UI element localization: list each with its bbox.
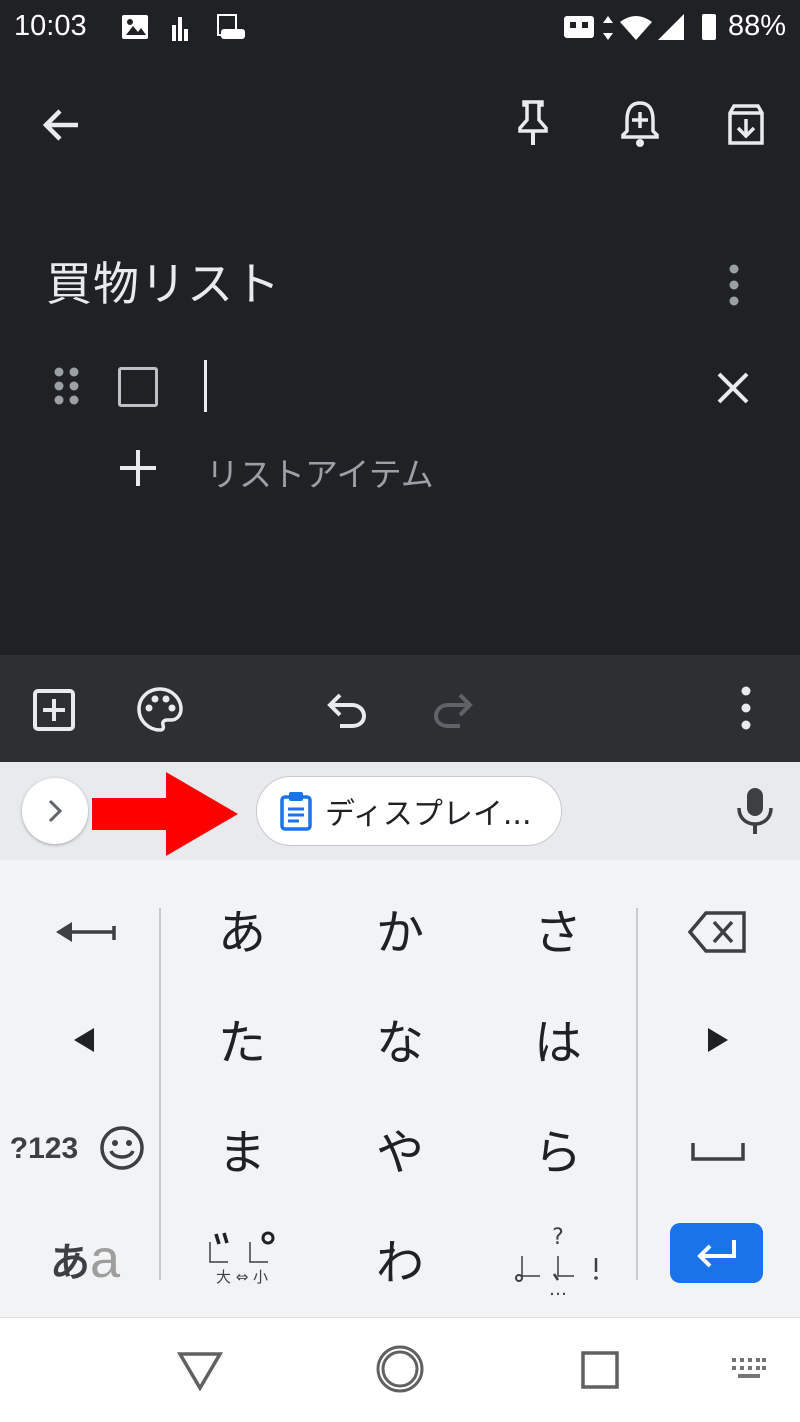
undo-icon <box>327 693 367 728</box>
battery-percent: 88% <box>727 10 786 42</box>
key-ma[interactable]: ま <box>182 1098 302 1198</box>
note-title[interactable]: 買物リスト <box>46 248 281 314</box>
palette-icon <box>137 687 183 732</box>
palette-button[interactable] <box>136 686 184 738</box>
key-numeric[interactable]: ?123 <box>6 1124 82 1174</box>
emoji-icon <box>100 1126 144 1170</box>
undo-button[interactable] <box>326 691 368 733</box>
key-a[interactable]: あ <box>182 878 302 978</box>
key-divider-right <box>636 908 638 1280</box>
drag-handle-icon[interactable] <box>52 366 82 408</box>
key-punctuation[interactable]: ? … <box>498 1210 618 1310</box>
key-enter[interactable] <box>670 1223 763 1283</box>
punct-ellipsis: … <box>549 1278 567 1300</box>
clipboard-text: ディスプレイ... <box>325 797 532 832</box>
bell-plus-icon <box>621 101 659 147</box>
key-dakuten[interactable]: 大 ⇔ 小 <box>182 1218 302 1298</box>
more-vert-icon <box>741 686 751 730</box>
key-backspace[interactable] <box>680 900 756 964</box>
dakuten-icon <box>209 1231 275 1263</box>
mic-icon <box>737 788 773 834</box>
status-bar: 10:03 88% <box>0 0 800 56</box>
notification-icons <box>122 14 245 41</box>
home-circle-icon <box>376 1345 424 1393</box>
enter-arrow-icon <box>696 1240 736 1268</box>
back-button[interactable] <box>34 97 90 153</box>
remove-item-button[interactable] <box>708 363 758 413</box>
voice-input-button[interactable] <box>732 784 778 840</box>
text-cursor <box>204 360 207 412</box>
key-move-left-flick[interactable] <box>40 900 130 964</box>
key-emoji[interactable] <box>96 1122 148 1174</box>
add-box-button[interactable] <box>32 688 76 736</box>
square-icon <box>581 1351 619 1389</box>
navigation-bar <box>0 1317 800 1422</box>
archive-icon <box>728 104 764 145</box>
note-bottom-toolbar <box>0 655 800 762</box>
key-wa[interactable]: わ <box>340 1208 460 1308</box>
more-vert-icon <box>729 264 739 306</box>
key-divider-left <box>159 908 161 1280</box>
add-list-item-label[interactable]: リストアイテム <box>206 448 434 496</box>
key-ka[interactable]: か <box>340 878 460 978</box>
title-more-button[interactable] <box>714 260 754 310</box>
arrow-left-icon <box>42 109 78 141</box>
key-cursor-right[interactable] <box>690 1010 746 1070</box>
pin-button[interactable] <box>505 95 561 151</box>
triangle-down-icon <box>176 1352 224 1392</box>
mode-label-alpha: a <box>89 1229 121 1289</box>
reminder-button[interactable] <box>612 95 668 151</box>
caret-right-icon <box>708 1028 728 1052</box>
keyboard-icon <box>732 1358 766 1378</box>
key-sa[interactable]: さ <box>498 878 618 978</box>
pin-icon <box>518 100 548 145</box>
item-checkbox[interactable] <box>118 367 158 407</box>
clipboard-icon <box>280 792 312 831</box>
redo-button[interactable] <box>432 691 474 733</box>
key-ta[interactable]: た <box>182 988 302 1088</box>
nav-keyboard-switch-button[interactable] <box>730 1356 768 1386</box>
system-status-icons <box>564 14 716 40</box>
space-icon <box>691 1143 745 1161</box>
archive-button[interactable] <box>718 97 774 153</box>
key-ya[interactable]: や <box>340 1098 460 1198</box>
status-time: 10:03 <box>14 10 87 42</box>
caret-left-icon <box>74 1028 94 1052</box>
clipboard-suggestion-chip[interactable]: ディスプレイ... <box>256 776 562 846</box>
close-icon <box>717 372 749 404</box>
key-ra[interactable]: ら <box>498 1098 618 1198</box>
plus-icon <box>120 450 156 486</box>
key-na[interactable]: な <box>340 988 460 1088</box>
nav-recents-button[interactable] <box>580 1350 620 1394</box>
key-input-mode[interactable]: あa <box>40 1224 130 1294</box>
add-item-button[interactable] <box>116 446 160 490</box>
backspace-icon <box>688 911 746 953</box>
add-box-icon <box>33 689 75 731</box>
mode-label-hiragana: あ <box>49 1240 90 1286</box>
nav-home-button[interactable] <box>374 1343 426 1399</box>
chevron-right-icon <box>48 799 63 823</box>
redo-icon <box>433 693 473 728</box>
dakuten-caption: 大 ⇔ 小 <box>215 1267 269 1286</box>
nav-back-button[interactable] <box>176 1348 224 1396</box>
punct-question: ? <box>552 1224 564 1250</box>
key-space[interactable] <box>680 1126 756 1176</box>
expand-toolbar-button[interactable] <box>22 778 88 844</box>
key-cursor-left[interactable] <box>56 1010 112 1070</box>
arrow-left-undo-icon <box>56 922 116 942</box>
toolbar-more-button[interactable] <box>730 685 762 735</box>
red-arrow-annotation <box>92 772 238 856</box>
key-ha[interactable]: は <box>498 988 618 1088</box>
